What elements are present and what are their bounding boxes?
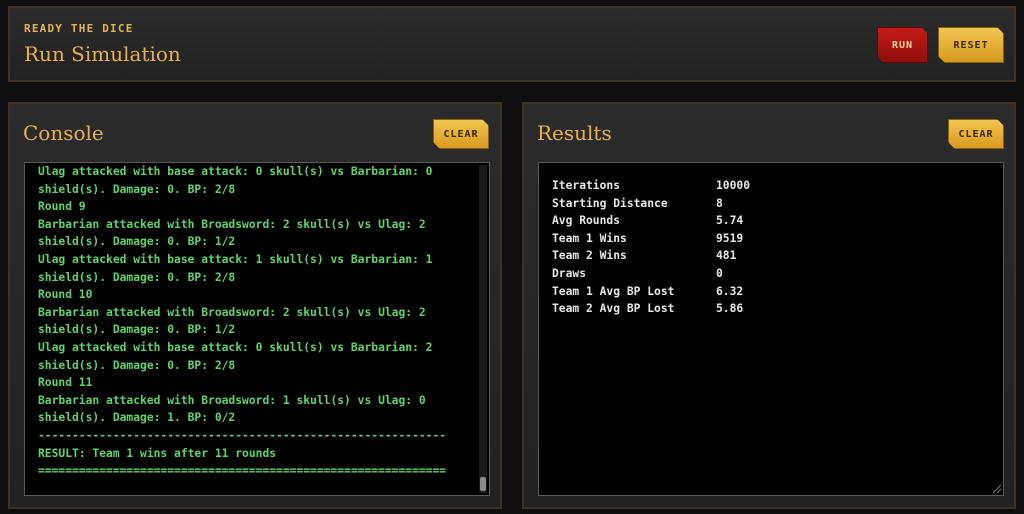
results-row: Avg Rounds 5.74 xyxy=(552,212,750,230)
results-row-label: Starting Distance xyxy=(552,196,668,210)
console-line: Ulag attacked with base attack: 0 skull(… xyxy=(38,340,433,354)
results-row-value: 481 xyxy=(716,249,737,263)
console-line: shield(s). Damage: 0. BP: 2/8 xyxy=(38,358,236,372)
header-eyebrow: READY THE DICE xyxy=(24,22,134,35)
results-row: Team 1 Avg BP Lost 6.32 xyxy=(552,283,750,301)
header-panel: READY THE DICE Run Simulation RUN RESET xyxy=(8,6,1016,82)
console-line: Round 9 xyxy=(38,200,86,214)
results-row-value: 5.86 xyxy=(716,302,744,316)
console-title: Console xyxy=(23,121,104,145)
page-title: Run Simulation xyxy=(24,42,181,66)
console-line: Round 11 xyxy=(38,376,93,390)
results-row-value: 5.74 xyxy=(716,214,744,228)
results-row: Starting Distance 8 xyxy=(552,195,750,213)
console-line: ========================================… xyxy=(38,464,447,478)
results-row-label: Team 1 Avg BP Lost xyxy=(552,284,675,298)
console-line: Ulag attacked with base attack: 0 skull(… xyxy=(38,165,433,178)
results-row-label: Iterations xyxy=(552,179,621,192)
console-line: RESULT: Team 1 wins after 11 rounds xyxy=(38,446,277,460)
results-title: Results xyxy=(537,121,612,145)
results-row-label: Avg Rounds xyxy=(552,214,621,228)
console-clear-button[interactable]: CLEAR xyxy=(433,119,489,149)
results-row-value: 0 xyxy=(716,266,723,280)
results-clear-button[interactable]: CLEAR xyxy=(948,119,1004,149)
results-row: Iterations 10000 xyxy=(552,177,750,195)
console-line: shield(s). Damage: 0. BP: 2/8 xyxy=(38,182,236,196)
results-row-value: 10000 xyxy=(716,179,751,192)
results-row: Team 2 Wins 481 xyxy=(552,247,750,265)
console-lines: Ulag attacked with base attack: 0 skull(… xyxy=(38,163,446,480)
console-line: Barbarian attacked with Broadsword: 2 sk… xyxy=(38,217,426,231)
console-scrollbar[interactable] xyxy=(479,165,487,493)
console-line: Round 10 xyxy=(38,288,93,302)
console-line: Barbarian attacked with Broadsword: 2 sk… xyxy=(38,305,426,319)
console-line: shield(s). Damage: 0. BP: 2/8 xyxy=(38,270,236,284)
results-row: Team 2 Avg BP Lost 5.86 xyxy=(552,300,750,318)
console-line: Ulag attacked with base attack: 1 skull(… xyxy=(38,252,433,266)
console-panel: Console CLEAR Ulag attacked with base at… xyxy=(8,102,502,509)
console-scrollbar-thumb[interactable] xyxy=(480,477,486,491)
reset-button[interactable]: RESET xyxy=(938,27,1004,63)
results-row-value: 6.32 xyxy=(716,284,744,298)
console-line: Barbarian attacked with Broadsword: 1 sk… xyxy=(38,393,426,407)
results-output[interactable]: Iterations 10000 Starting Distance 8 Avg Rou… xyxy=(538,162,1004,496)
console-line: shield(s). Damage: 0. BP: 1/2 xyxy=(38,235,236,249)
results-row-label: Draws xyxy=(552,266,587,280)
console-line: shield(s). Damage: 1. BP: 0/2 xyxy=(38,411,236,425)
results-row-label: Team 1 Wins xyxy=(552,231,627,245)
results-row-value: 8 xyxy=(716,196,723,210)
run-button[interactable]: RUN xyxy=(877,27,928,63)
results-table: Iterations 10000 Starting Distance 8 Avg Rou… xyxy=(552,177,750,318)
results-panel: Results CLEAR Iterations 10000 Starting Di… xyxy=(522,102,1016,509)
console-line: ----------------------------------------… xyxy=(38,428,447,442)
results-row: Team 1 Wins 9519 xyxy=(552,230,750,248)
console-line: shield(s). Damage: 0. BP: 1/2 xyxy=(38,323,236,337)
results-row: Draws 0 xyxy=(552,265,750,283)
console-output[interactable]: Ulag attacked with base attack: 0 skull(… xyxy=(24,162,490,496)
results-row-label: Team 2 Wins xyxy=(552,249,627,263)
resize-grip-icon[interactable] xyxy=(993,485,1001,493)
results-row-value: 9519 xyxy=(716,231,744,245)
results-row-label: Team 2 Avg BP Lost xyxy=(552,302,675,316)
